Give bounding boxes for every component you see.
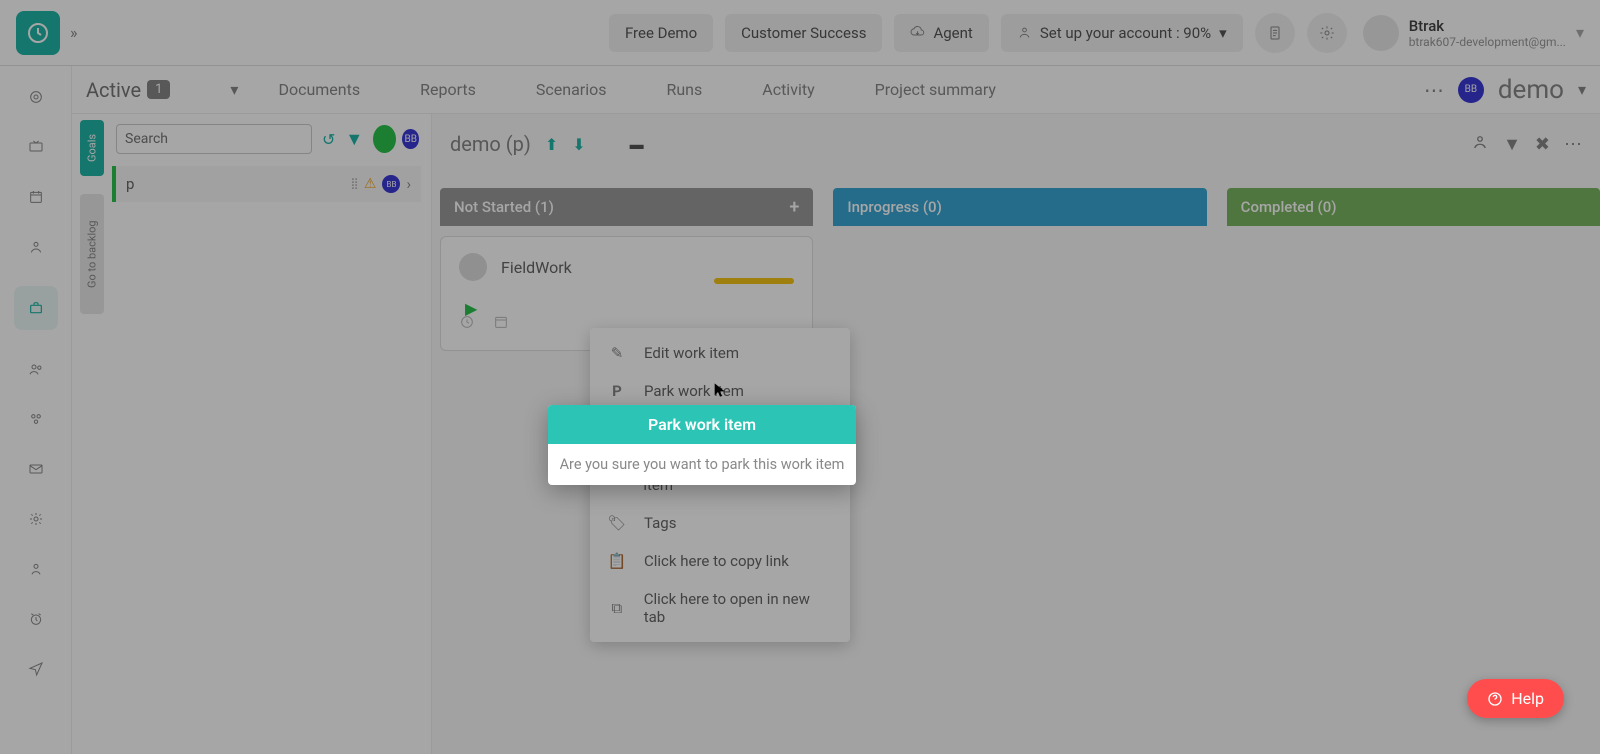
help-button[interactable]: Help xyxy=(1467,679,1564,718)
modal-body: Are you sure you want to park this work … xyxy=(548,444,856,485)
cursor-icon xyxy=(712,382,728,402)
help-label: Help xyxy=(1511,689,1544,708)
modal-title: Park work item xyxy=(548,405,856,444)
help-icon xyxy=(1487,691,1503,707)
modal-backdrop[interactable] xyxy=(0,0,1600,754)
park-modal: Park work item Are you sure you want to … xyxy=(548,405,856,485)
